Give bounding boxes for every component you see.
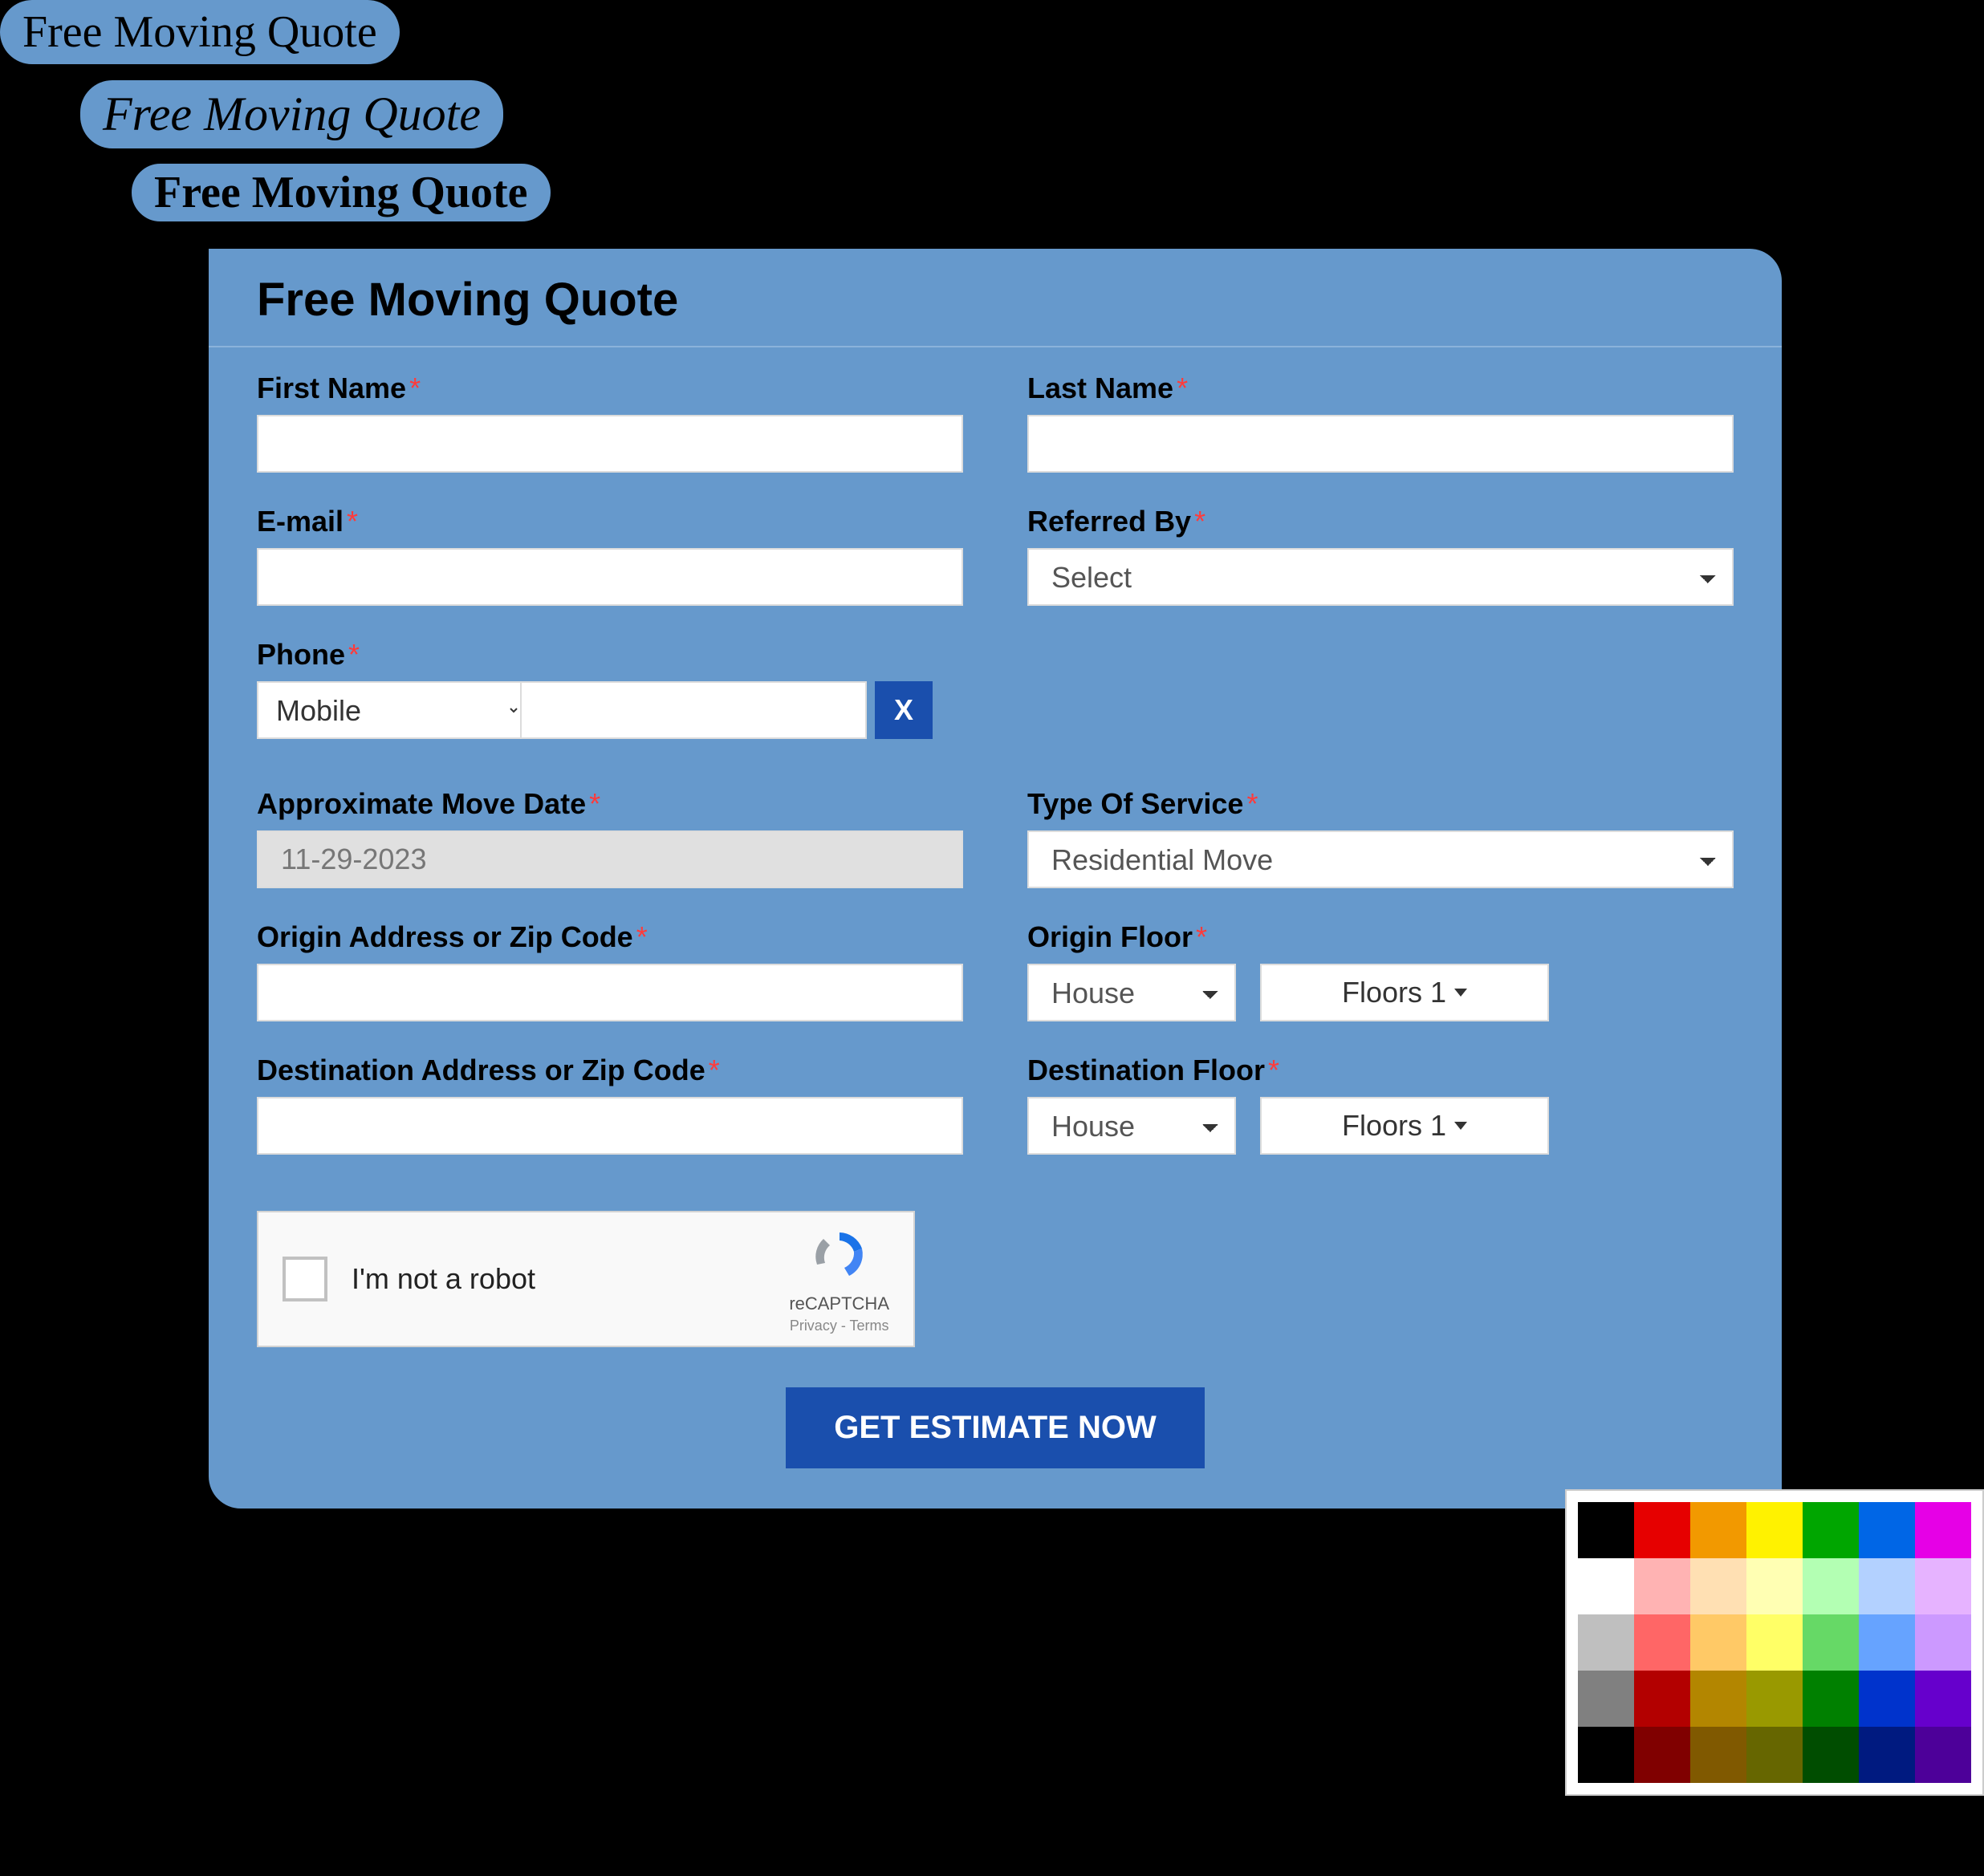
destination-address-input[interactable]: [257, 1097, 963, 1155]
required-star: *: [1196, 920, 1207, 953]
recaptcha-brand: reCAPTCHA Privacy - Terms: [789, 1224, 889, 1334]
recaptcha-brand-label: reCAPTCHA: [789, 1293, 889, 1314]
title-pill-serif: Free Moving Quote: [0, 0, 400, 64]
origin-floor-count-label: Floors 1: [1342, 976, 1446, 1009]
first-name-input[interactable]: [257, 415, 963, 473]
recaptcha-icon: [799, 1224, 880, 1289]
destination-floor-count-dropdown[interactable]: Floors 1: [1260, 1097, 1549, 1155]
caret-down-icon: [1454, 1122, 1467, 1130]
get-estimate-button[interactable]: GET ESTIMATE NOW: [786, 1387, 1204, 1468]
phone-label: Phone*: [257, 638, 963, 672]
color-swatch[interactable]: [1690, 1614, 1746, 1671]
recaptcha-checkbox[interactable]: [283, 1257, 327, 1301]
recaptcha-privacy-terms[interactable]: Privacy - Terms: [789, 1318, 889, 1334]
required-star: *: [348, 638, 360, 671]
color-swatch[interactable]: [1634, 1614, 1690, 1671]
first-name-label: First Name*: [257, 372, 963, 405]
color-swatch[interactable]: [1690, 1502, 1746, 1558]
color-swatch[interactable]: [1634, 1671, 1690, 1727]
recaptcha-text: I'm not a robot: [352, 1262, 789, 1296]
referred-by-select[interactable]: Select: [1027, 548, 1734, 606]
destination-floor-type-select[interactable]: House: [1027, 1097, 1236, 1155]
color-swatch[interactable]: [1915, 1502, 1971, 1558]
destination-floor-label: Destination Floor*: [1027, 1054, 1734, 1087]
required-star: *: [636, 920, 648, 953]
color-swatch[interactable]: [1634, 1502, 1690, 1558]
quote-form-card: Free Moving Quote First Name* Last Name*…: [209, 249, 1782, 1509]
color-swatch[interactable]: [1859, 1558, 1915, 1614]
color-swatch[interactable]: [1859, 1614, 1915, 1671]
color-swatch[interactable]: [1915, 1558, 1971, 1614]
color-swatch[interactable]: [1915, 1671, 1971, 1727]
color-swatch[interactable]: [1915, 1614, 1971, 1671]
required-star: *: [1246, 787, 1258, 820]
phone-number-input[interactable]: [522, 681, 867, 739]
color-swatch[interactable]: [1746, 1727, 1803, 1783]
form-body: First Name* Last Name* E-mail* Referred …: [209, 347, 1782, 1509]
email-input[interactable]: [257, 548, 963, 606]
color-swatch[interactable]: [1690, 1558, 1746, 1614]
color-swatch[interactable]: [1746, 1502, 1803, 1558]
color-swatch[interactable]: [1634, 1558, 1690, 1614]
required-star: *: [1268, 1054, 1279, 1086]
required-star: *: [709, 1054, 720, 1086]
phone-type-select[interactable]: Mobile: [257, 681, 522, 739]
required-star: *: [1194, 505, 1205, 538]
color-swatch[interactable]: [1803, 1614, 1859, 1671]
color-swatch[interactable]: [1803, 1502, 1859, 1558]
origin-address-label: Origin Address or Zip Code*: [257, 920, 963, 954]
required-star: *: [347, 505, 358, 538]
origin-address-input[interactable]: [257, 964, 963, 1021]
color-palette: [1565, 1489, 1984, 1796]
color-swatch[interactable]: [1746, 1671, 1803, 1727]
color-swatch[interactable]: [1690, 1727, 1746, 1783]
color-swatch[interactable]: [1578, 1727, 1634, 1783]
color-swatch[interactable]: [1859, 1727, 1915, 1783]
email-label: E-mail*: [257, 505, 963, 538]
color-swatch[interactable]: [1578, 1502, 1634, 1558]
origin-floor-type-select[interactable]: House: [1027, 964, 1236, 1021]
required-star: *: [1177, 372, 1188, 404]
required-star: *: [409, 372, 421, 404]
color-swatch[interactable]: [1578, 1671, 1634, 1727]
color-swatch[interactable]: [1803, 1727, 1859, 1783]
destination-floor-count-label: Floors 1: [1342, 1109, 1446, 1143]
color-swatch[interactable]: [1859, 1502, 1915, 1558]
title-pill-script: Free Moving Quote: [80, 80, 503, 148]
origin-floor-count-dropdown[interactable]: Floors 1: [1260, 964, 1549, 1021]
color-swatch[interactable]: [1746, 1558, 1803, 1614]
phone-remove-button[interactable]: X: [875, 681, 933, 739]
color-swatch[interactable]: [1690, 1671, 1746, 1727]
color-swatch[interactable]: [1746, 1614, 1803, 1671]
move-date-input[interactable]: [257, 830, 963, 888]
color-swatch[interactable]: [1634, 1727, 1690, 1783]
color-swatch[interactable]: [1859, 1671, 1915, 1727]
color-swatch[interactable]: [1915, 1727, 1971, 1783]
recaptcha-widget: I'm not a robot reCAPTCHA Privacy - Term…: [257, 1211, 915, 1347]
color-swatch[interactable]: [1578, 1614, 1634, 1671]
title-pill-comic: Free Moving Quote: [128, 160, 554, 225]
service-type-label: Type Of Service*: [1027, 787, 1734, 821]
move-date-label: Approximate Move Date*: [257, 787, 963, 821]
service-type-select[interactable]: Residential Move: [1027, 830, 1734, 888]
last-name-label: Last Name*: [1027, 372, 1734, 405]
color-swatch[interactable]: [1578, 1558, 1634, 1614]
referred-by-label: Referred By*: [1027, 505, 1734, 538]
required-star: *: [589, 787, 600, 820]
form-title: Free Moving Quote: [209, 249, 1782, 346]
color-swatch[interactable]: [1803, 1671, 1859, 1727]
destination-address-label: Destination Address or Zip Code*: [257, 1054, 963, 1087]
origin-floor-label: Origin Floor*: [1027, 920, 1734, 954]
phone-input-group: Mobile X: [257, 681, 963, 739]
caret-down-icon: [1454, 989, 1467, 997]
last-name-input[interactable]: [1027, 415, 1734, 473]
color-swatch[interactable]: [1803, 1558, 1859, 1614]
